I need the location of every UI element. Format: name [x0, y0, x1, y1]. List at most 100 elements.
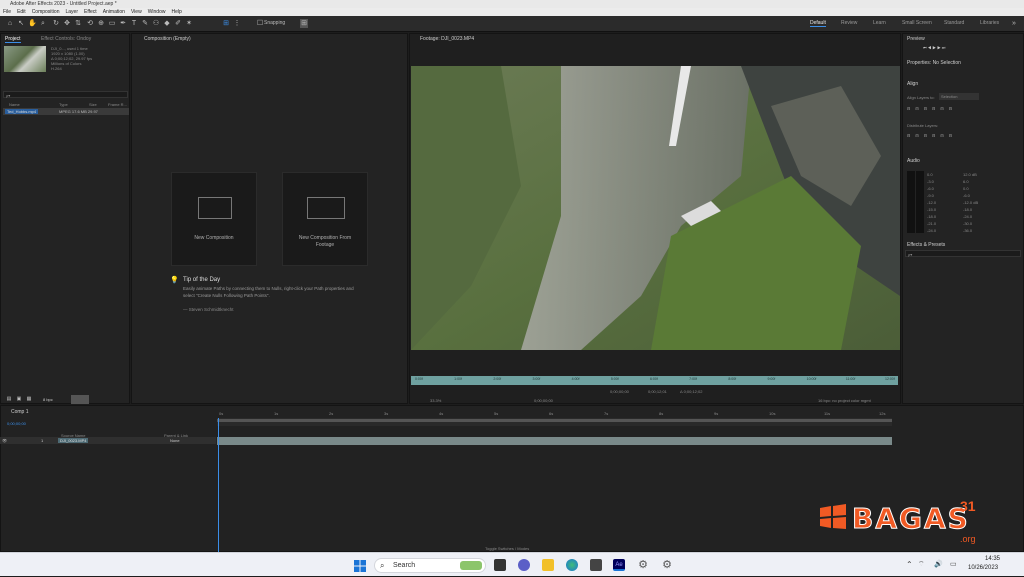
tab-composition[interactable]: Composition (Empty) [144, 36, 191, 42]
tab-effect-controls[interactable]: Effect Controls: Ondoy [41, 36, 91, 42]
work-area-bar[interactable] [217, 419, 892, 422]
workspace-default[interactable]: Default [810, 20, 826, 27]
color-status: 16 bpc: no project color mgmt [818, 398, 871, 403]
new-comp-icon[interactable]: ▦ [25, 395, 33, 404]
chat-icon[interactable] [518, 559, 530, 571]
menu-item-layer[interactable]: Layer [65, 8, 78, 16]
after-effects-icon[interactable]: Ae [613, 559, 625, 571]
align-buttons-icon[interactable]: ⊟⊟⊟⊟⊟⊟ [907, 106, 957, 111]
clock-date[interactable]: 10/26/2023 [968, 565, 998, 571]
more-workspaces-icon[interactable]: » [1010, 19, 1018, 28]
home-icon[interactable]: ⌂ [6, 19, 14, 28]
project-search-input[interactable]: ρ▾ [3, 91, 128, 98]
tab-timeline-comp[interactable]: Comp 1 [11, 409, 29, 415]
clock-time[interactable]: 14:35 [985, 556, 1000, 562]
footage-timecode-in[interactable]: 0;00;00;00 [610, 389, 629, 394]
menu-item-effect[interactable]: Effect [84, 8, 97, 16]
workspace-small-screen[interactable]: Small Screen [902, 20, 932, 26]
workspace-libraries[interactable]: Libraries [980, 20, 999, 26]
footage-viewer[interactable] [411, 66, 900, 350]
workspace-standard[interactable]: Standard [944, 20, 964, 26]
brush-tool-icon[interactable]: ✎ [141, 19, 149, 28]
mask-tool-icon[interactable]: ▭ [108, 19, 116, 28]
edge-icon[interactable] [566, 559, 578, 571]
type-tool-icon[interactable]: T [130, 19, 138, 28]
roto-brush-icon[interactable]: ✐ [174, 19, 182, 28]
menu-item-animation[interactable]: Animation [103, 8, 125, 16]
footage-time-ruler[interactable]: 0:00f 1:00f 2:00f 3:00f 4:00f 5:00f 6:00f 7:00f… [411, 376, 898, 385]
task-view-icon[interactable] [494, 559, 506, 571]
snapping-checkbox-icon[interactable]: ☐ [256, 19, 264, 28]
dolly-tool-icon[interactable]: ⇅ [74, 19, 82, 28]
playback-controls-icon[interactable]: ⏮ ◀ ▶ ▶ ⏭ [923, 45, 945, 50]
pen-tool-icon[interactable]: ✒ [119, 19, 127, 28]
footage-ruler-tick: 4:00f [571, 377, 580, 381]
properties-title: Properties: No Selection [907, 60, 961, 66]
menu-item-file[interactable]: File [3, 8, 11, 16]
store-icon[interactable] [590, 559, 602, 571]
network-icon[interactable]: ⌔ [918, 560, 925, 569]
timeline-layer-row[interactable]: 👁 1 DJI_0023.MP4 None [0, 437, 216, 444]
start-button[interactable] [354, 559, 366, 572]
col-frame-rate[interactable]: Frame R... [108, 102, 127, 107]
toggle-switches-modes[interactable]: Toggle Switches / Modes [485, 546, 529, 551]
project-item-row[interactable]: Ted_Hobbs.mp4 MPEG 17.6 MB 29.97 [3, 108, 129, 115]
align-target-select[interactable]: Selection [939, 93, 979, 100]
orbit-tool-icon[interactable]: ↻ [52, 19, 60, 28]
audio-level-left: -21.0 [927, 221, 937, 226]
selection-tool-icon[interactable]: ↖ [17, 19, 25, 28]
layer-name[interactable]: DJI_0023.MP4 [58, 438, 89, 443]
new-composition-button[interactable]: New Composition [171, 172, 257, 266]
timeline-ruler-tick: 3s [384, 411, 389, 416]
new-comp-from-footage-button[interactable]: New Composition From Footage [282, 172, 368, 266]
hand-tool-icon[interactable]: ✋ [28, 19, 37, 28]
footage-zoom[interactable]: 33.3% [430, 398, 441, 403]
tray-chevron-icon[interactable]: ⌃ [906, 560, 913, 569]
menu-item-help[interactable]: Help [171, 8, 181, 16]
audio-level-left: -3.0 [927, 179, 934, 184]
layer-parent[interactable]: None [170, 438, 180, 443]
file-explorer-icon[interactable] [542, 559, 554, 571]
footage-current-time[interactable]: 0;00;00;00 [534, 398, 553, 403]
footage-ruler-tick: 9:00f [767, 377, 776, 381]
new-folder-icon[interactable]: ▣ [15, 395, 23, 404]
pan-behind-tool-icon[interactable]: ⊕ [97, 19, 105, 28]
delete-icon[interactable] [71, 395, 89, 404]
align-grid-icon[interactable]: ⊞ [222, 19, 230, 28]
menu-item-window[interactable]: Window [148, 8, 166, 16]
tab-project[interactable]: Project [5, 36, 21, 43]
tab-footage[interactable]: Footage: DJI_0023.MP4 [420, 36, 474, 42]
battery-icon[interactable]: ▭ [950, 560, 957, 568]
bpc-label[interactable]: 8 bpc [43, 397, 53, 402]
zoom-tool-icon[interactable]: ⌕ [39, 19, 47, 28]
layer-duration-bar[interactable] [217, 437, 892, 445]
footage-timecode-out[interactable]: 0;00;12;01 [648, 389, 667, 394]
audio-level-right: -12.0 dB [963, 200, 979, 205]
snap-toggle-icon[interactable]: ⋮ [233, 19, 241, 28]
menu-item-edit[interactable]: Edit [17, 8, 26, 16]
puppet-tool-icon[interactable]: ✶ [185, 19, 193, 28]
distribute-buttons-icon[interactable]: ⊟⊟⊟⊟⊟⊟ [907, 133, 957, 138]
volume-icon[interactable]: 🔊 [934, 560, 943, 568]
col-name[interactable]: Name [9, 102, 20, 107]
effects-search-input[interactable]: ρ▾ [905, 250, 1021, 257]
playhead[interactable] [218, 418, 219, 553]
rotate-tool-icon[interactable]: ⟲ [86, 19, 94, 28]
workspace-learn[interactable]: Learn [873, 20, 886, 26]
timeline-timecode[interactable]: 0;00;00;00 [7, 421, 26, 426]
workspace-review[interactable]: Review [841, 20, 857, 26]
layer-visibility-icon[interactable]: 👁 [2, 438, 7, 443]
settings-gear-icon[interactable]: ⚙ [637, 559, 649, 571]
audio-meter-left [907, 171, 915, 233]
snap-options-icon[interactable]: ⊞ [300, 19, 308, 28]
col-type[interactable]: Type [59, 102, 68, 107]
interpret-footage-icon[interactable]: ▤ [5, 395, 13, 404]
settings-gear-icon[interactable]: ⚙ [661, 559, 673, 571]
taskbar-search[interactable]: ⌕ Search [374, 558, 486, 573]
col-size[interactable]: Size [89, 102, 97, 107]
menu-item-view[interactable]: View [131, 8, 142, 16]
pan-tool-icon[interactable]: ✥ [63, 19, 71, 28]
menu-item-composition[interactable]: Composition [32, 8, 60, 16]
eraser-tool-icon[interactable]: ◆ [163, 19, 171, 28]
clone-tool-icon[interactable]: ⚇ [152, 19, 160, 28]
